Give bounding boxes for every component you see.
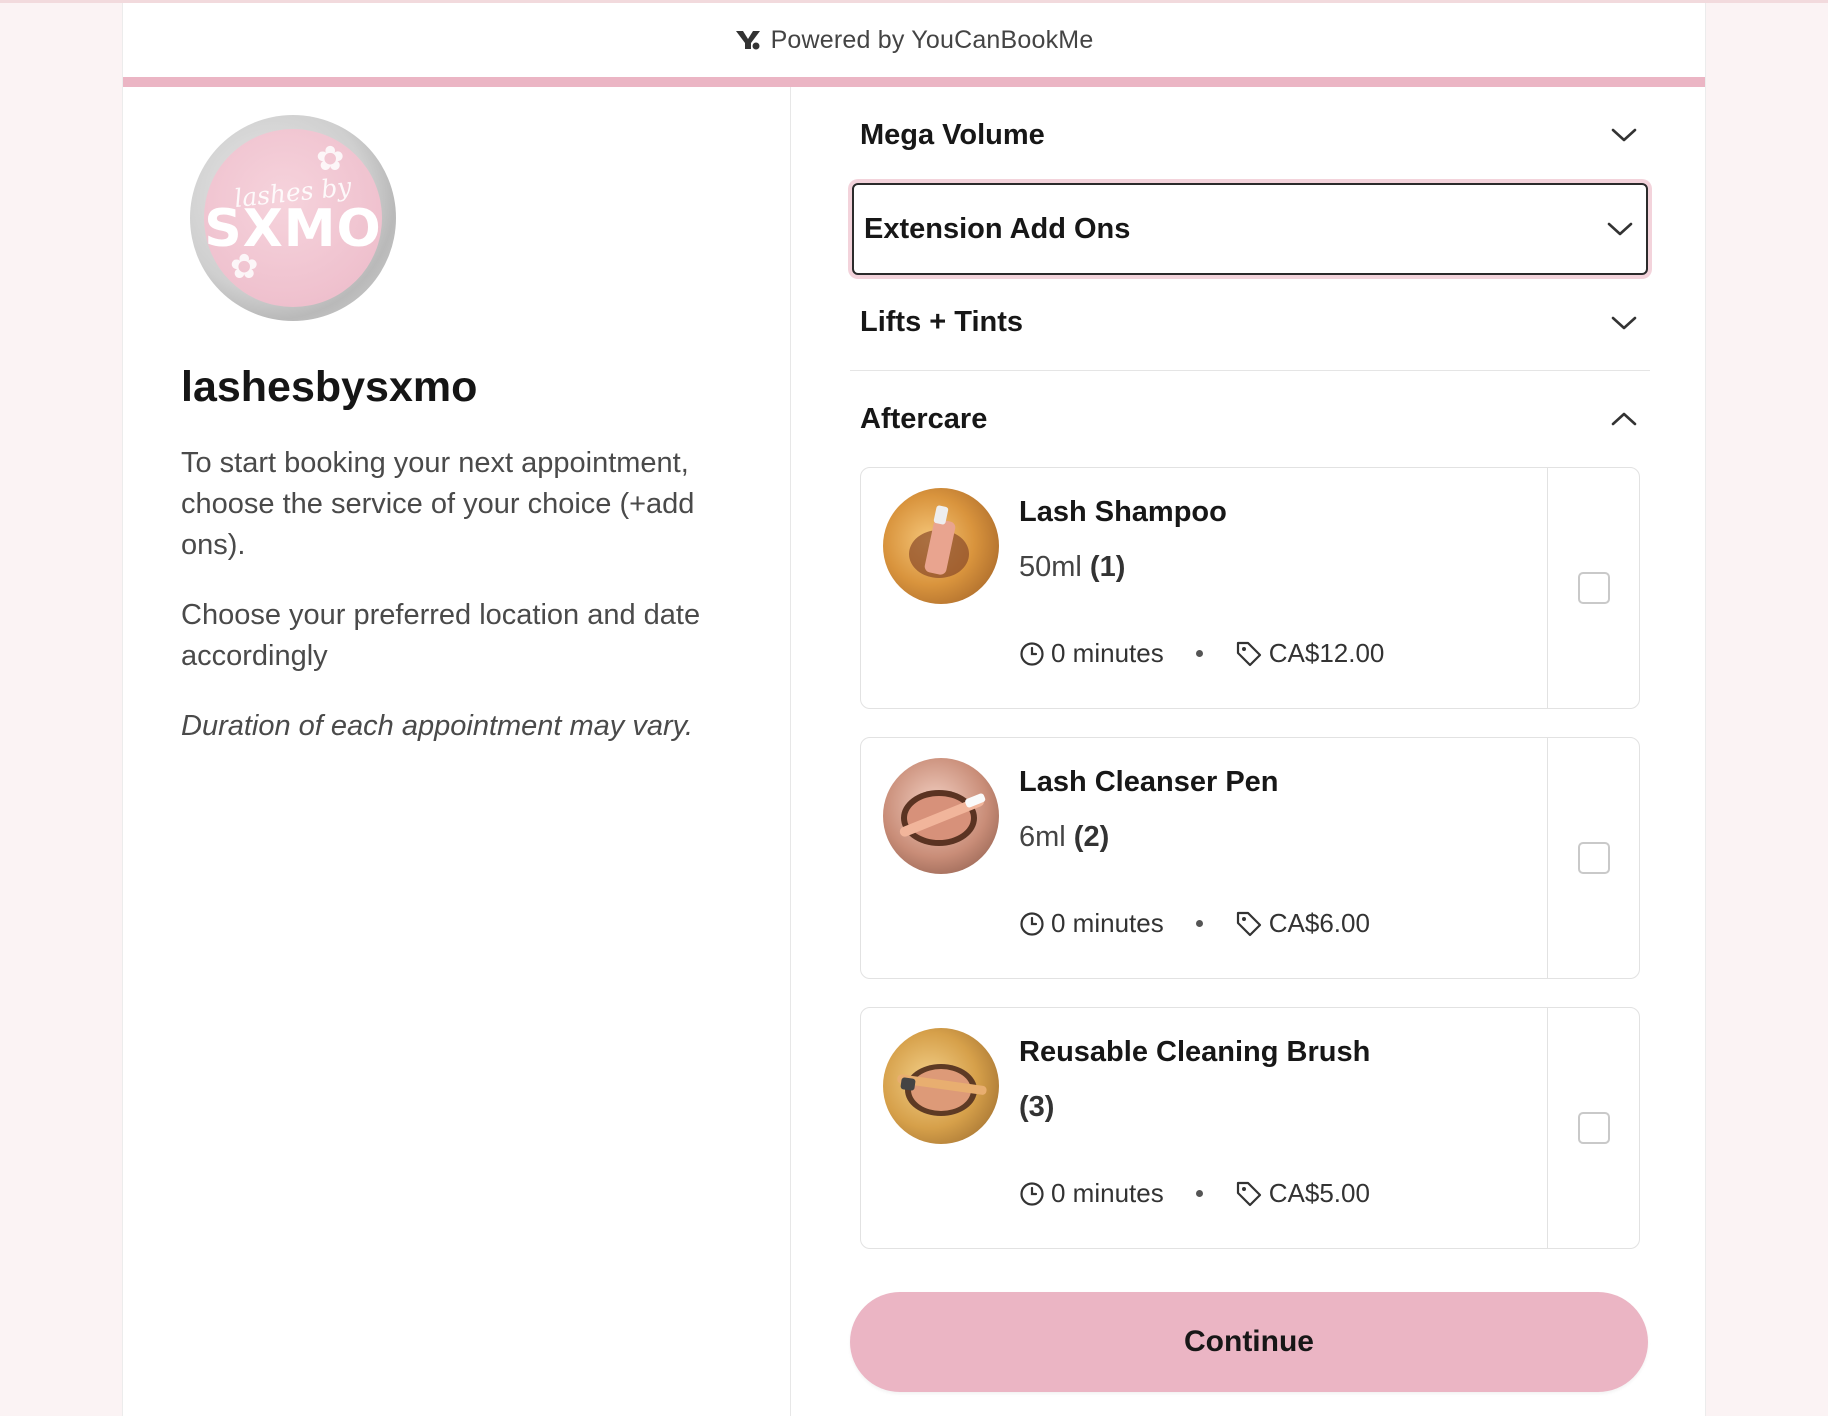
separator-dot xyxy=(1195,650,1203,657)
select-checkbox[interactable] xyxy=(1577,842,1610,874)
accordion-aftercare[interactable]: Aftercare xyxy=(850,371,1650,467)
select-column xyxy=(1547,738,1639,978)
clock-icon xyxy=(1019,1181,1045,1207)
product-count: (3) xyxy=(1019,1091,1055,1123)
accordion-label: Lifts + Tints xyxy=(860,306,1024,338)
product-title: Reusable Cleaning Brush xyxy=(1019,1036,1371,1068)
duration-text: 0 minutes xyxy=(1051,908,1164,938)
price-tag-icon xyxy=(1235,1180,1263,1208)
product-meta: 0 minutes CA$12.00 xyxy=(1019,638,1384,669)
powered-by-text: Powered by YouCanBookMe xyxy=(770,25,1094,54)
accordion-mega-volume[interactable]: Mega Volume xyxy=(850,87,1650,183)
product-meta: 0 minutes CA$6.00 xyxy=(1019,908,1370,939)
select-column xyxy=(1547,1008,1639,1248)
product-title: Lash Cleanser Pen xyxy=(1019,766,1279,798)
product-meta: 0 minutes CA$5.00 xyxy=(1019,1178,1370,1209)
product-image xyxy=(883,488,999,604)
powered-by-header[interactable]: Powered by YouCanBookMe xyxy=(123,3,1705,77)
select-checkbox[interactable] xyxy=(1577,1112,1610,1144)
youcanbookme-logo-icon xyxy=(735,29,761,51)
accordion-lifts-tints[interactable]: Lifts + Tints xyxy=(850,275,1650,371)
business-description: To start booking your next appointment, … xyxy=(181,443,741,776)
accordion-label: Mega Volume xyxy=(860,118,1045,151)
product-image xyxy=(883,758,999,874)
service-card-lash-cleanser-pen[interactable]: Lash Cleanser Pen 6ml (2) 0 minutes CA$6… xyxy=(860,737,1640,979)
product-subtitle: 50ml (1) xyxy=(1019,551,1125,584)
price-tag-icon xyxy=(1235,640,1263,668)
product-image xyxy=(883,1028,999,1144)
accordion-label: Extension Add Ons xyxy=(864,212,1131,245)
service-card-reusable-cleaning-brush[interactable]: Reusable Cleaning Brush (3) 0 minutes CA… xyxy=(860,1007,1640,1249)
product-count: (1) xyxy=(1089,551,1126,583)
product-title: Lash Shampoo xyxy=(1019,496,1227,528)
product-count: (2) xyxy=(1073,821,1110,853)
duration-text: 0 minutes xyxy=(1051,638,1164,668)
separator-dot xyxy=(1195,920,1203,927)
services-panel: Mega Volume Extension Add Ons Lifts + Ti… xyxy=(850,87,1650,1392)
product-subtitle: (3) xyxy=(1019,1091,1054,1124)
flower-icon: ✿ xyxy=(230,248,259,286)
accordion-extension-add-ons[interactable]: Extension Add Ons xyxy=(852,183,1648,275)
price-text: CA$6.00 xyxy=(1268,908,1370,938)
product-size: 50ml xyxy=(1019,551,1082,583)
select-checkbox[interactable] xyxy=(1577,572,1610,604)
clock-icon xyxy=(1019,911,1045,937)
product-size: 6ml xyxy=(1019,821,1066,853)
service-card-lash-shampoo[interactable]: Lash Shampoo 50ml (1) 0 minutes CA$12.00 xyxy=(860,467,1640,709)
price-text: CA$5.00 xyxy=(1268,1178,1370,1208)
product-subtitle: 6ml (2) xyxy=(1019,821,1109,854)
business-name: lashesbysxmo xyxy=(181,363,478,411)
separator-dot xyxy=(1195,1190,1203,1197)
booking-page: Powered by YouCanBookMe ✿ ✿ lashes by SX… xyxy=(122,3,1706,1416)
description-paragraph: Choose your preferred location and date … xyxy=(181,599,701,672)
price-text: CA$12.00 xyxy=(1268,638,1385,668)
chevron-down-icon xyxy=(1611,128,1637,142)
chevron-down-icon xyxy=(1607,222,1633,236)
select-column xyxy=(1547,468,1639,708)
continue-button[interactable]: Continue xyxy=(850,1292,1648,1392)
accent-bar xyxy=(123,77,1705,87)
price-tag-icon xyxy=(1235,910,1263,938)
chevron-down-icon xyxy=(1611,316,1637,329)
business-logo: ✿ ✿ lashes by SXMO xyxy=(190,115,396,321)
description-paragraph: To start booking your next appointment, … xyxy=(181,447,695,561)
chevron-up-icon xyxy=(1611,412,1637,426)
business-panel: ✿ ✿ lashes by SXMO lashesbysxmo To start… xyxy=(123,87,791,1416)
accordion-label: Aftercare xyxy=(860,402,988,435)
clock-icon xyxy=(1019,641,1045,667)
duration-text: 0 minutes xyxy=(1051,1178,1164,1208)
duration-note: Duration of each appointment may vary. xyxy=(181,710,694,742)
